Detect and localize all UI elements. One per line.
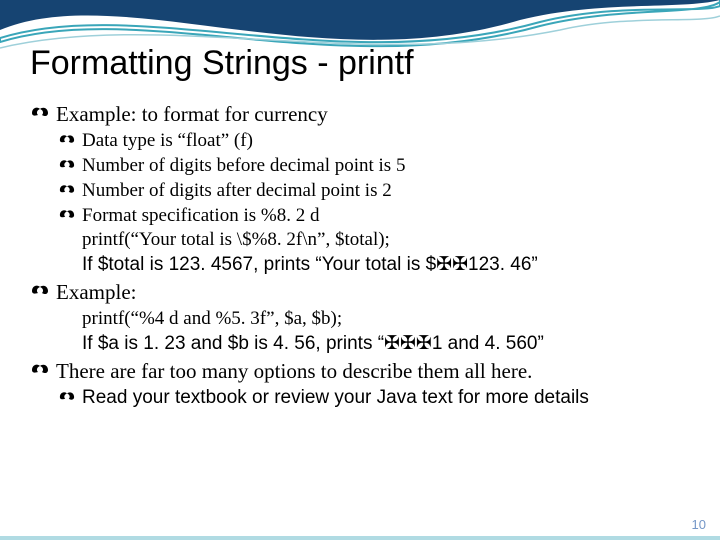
list-item: Data type is “float” (f) [30, 129, 690, 153]
text: Number of digits after decimal point is … [82, 180, 392, 201]
list-item: Format specification is %8. 2 d [30, 204, 690, 228]
text: If $total is 123. 4567, prints “Your tot… [82, 254, 538, 275]
text: There are far too many options to descri… [56, 359, 532, 383]
page-number: 10 [692, 517, 706, 532]
list-item: Example: to format for currency [30, 101, 690, 127]
text: Format specification is %8. 2 d [82, 205, 319, 226]
code-line: printf(“Your total is \$%8. 2f\n”, $tota… [30, 228, 690, 252]
flourish-icon [58, 389, 76, 405]
text: Read your textbook or review your Java t… [82, 387, 589, 408]
slide-body: Example: to format for currency Data typ… [30, 101, 690, 410]
slide-content: Formatting Strings - printf Example: to … [0, 0, 720, 410]
flourish-icon [58, 132, 76, 148]
flourish-icon [58, 157, 76, 173]
text: Example: to format for currency [56, 102, 328, 126]
flourish-icon [30, 361, 50, 379]
list-item: Read your textbook or review your Java t… [30, 386, 690, 410]
slide-title: Formatting Strings - printf [30, 44, 690, 83]
list-item: Example: [30, 279, 690, 305]
output-line: If $a is 1. 23 and $b is 4. 56, prints “… [30, 332, 690, 356]
text: printf(“Your total is \$%8. 2f\n”, $tota… [82, 229, 390, 250]
text: printf(“%4 d and %5. 3f”, $a, $b); [82, 308, 342, 329]
list-item: Number of digits after decimal point is … [30, 179, 690, 203]
flourish-icon [30, 282, 50, 300]
text: Data type is “float” (f) [82, 130, 253, 151]
flourish-icon [58, 182, 76, 198]
list-item: There are far too many options to descri… [30, 358, 690, 384]
code-line: printf(“%4 d and %5. 3f”, $a, $b); [30, 307, 690, 331]
text: If $a is 1. 23 and $b is 4. 56, prints “… [82, 333, 544, 354]
text: Example: [56, 280, 136, 304]
list-item: Number of digits before decimal point is… [30, 154, 690, 178]
text: Number of digits before decimal point is… [82, 155, 405, 176]
flourish-icon [58, 207, 76, 223]
output-line: If $total is 123. 4567, prints “Your tot… [30, 253, 690, 277]
flourish-icon [30, 104, 50, 122]
